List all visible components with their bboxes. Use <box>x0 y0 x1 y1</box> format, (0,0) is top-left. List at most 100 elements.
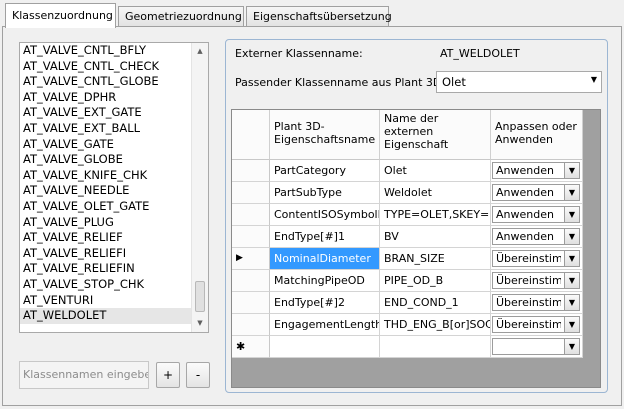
matching-class-select[interactable]: Olet ▼ <box>436 71 602 93</box>
row-header[interactable] <box>232 160 270 182</box>
external-property-cell[interactable]: BRAN_SIZE <box>380 248 491 270</box>
chevron-down-icon[interactable]: ▼ <box>564 229 579 244</box>
class-name-input[interactable]: Klassennamen eingeben <box>19 361 149 389</box>
class-list-items: AT_VALVE_CNTL_BFLY AT_VALVE_CNTL_CHECK AT_… <box>20 43 208 324</box>
class-list-item[interactable]: AT_VALVE_CNTL_CHECK <box>20 59 208 75</box>
chevron-down-icon[interactable]: ▼ <box>564 317 579 332</box>
plant-property-cell[interactable]: PartCategory <box>270 160 380 182</box>
class-list[interactable]: AT_VALVE_CNTL_BFLY AT_VALVE_CNTL_CHECK AT_… <box>19 42 209 333</box>
row-header[interactable] <box>232 204 270 226</box>
plant-property-cell[interactable]: EndType[#]2 <box>270 292 380 314</box>
remove-class-button[interactable]: - <box>186 362 210 388</box>
external-class-value: AT_WELDOLET <box>440 47 520 60</box>
action-select[interactable]: Übereinstimmen▼ <box>492 250 580 267</box>
row-header[interactable] <box>232 270 270 292</box>
column-header-external[interactable]: Name der externen Eigenschaft <box>380 110 491 160</box>
chevron-down-icon: ▼ <box>590 75 597 84</box>
chevron-down-icon[interactable]: ▼ <box>564 295 579 310</box>
class-list-item[interactable]: AT_VALVE_RELIEFIN <box>20 261 208 277</box>
scroll-up-arrow-icon[interactable]: ▲ <box>192 43 208 60</box>
action-select[interactable]: Anwenden ▼ <box>492 206 580 223</box>
row-header[interactable] <box>232 182 270 204</box>
row-header[interactable]: ✱ <box>232 336 270 358</box>
plant-property-cell[interactable]: MatchingPipeOD <box>270 270 380 292</box>
external-property-cell[interactable]: END_COND_1 <box>380 292 491 314</box>
action-select[interactable]: Übereinstimmen▼ <box>492 316 580 333</box>
tab-strip: Klassenzuordnung Geometriezuordnung Eige… <box>2 3 622 28</box>
chevron-down-icon[interactable]: ▼ <box>564 207 579 222</box>
external-class-label: Externer Klassenname: <box>235 47 363 60</box>
scroll-down-arrow-icon[interactable]: ▼ <box>192 315 208 332</box>
tab-eigenschaftsuebersetzung[interactable]: Eigenschaftsübersetzung <box>246 6 392 27</box>
class-list-item[interactable]: AT_VALVE_RELIEF <box>20 230 208 246</box>
scroll-thumb[interactable] <box>195 281 205 312</box>
new-row-marker-icon: ✱ <box>236 340 246 353</box>
tab-klassenzuordnung[interactable]: Klassenzuordnung <box>5 3 116 28</box>
class-list-item[interactable]: AT_VALVE_EXT_GATE <box>20 105 208 121</box>
plant-property-cell[interactable]: PartSubType <box>270 182 380 204</box>
action-select-cell[interactable]: Übereinstimmen▼ <box>491 270 583 292</box>
add-class-button[interactable]: + <box>156 362 180 388</box>
external-property-cell[interactable]: Olet <box>380 160 491 182</box>
action-select-cell[interactable]: Übereinstimmen▼ <box>491 248 583 270</box>
action-select-cell[interactable]: Anwenden ▼ <box>491 226 583 248</box>
tab-geometriezuordnung[interactable]: Geometriezuordnung <box>118 6 244 27</box>
class-list-item[interactable]: AT_VALVE_PLUG <box>20 215 208 231</box>
action-select[interactable]: Anwenden ▼ <box>492 162 580 179</box>
column-header-plant[interactable]: Plant 3D-Eigenschaftsname <box>270 110 380 160</box>
action-select-cell[interactable]: Übereinstimmen▼ <box>491 314 583 336</box>
external-property-cell[interactable] <box>380 336 491 358</box>
action-select-value: Übereinstimmen <box>496 318 561 331</box>
current-row-marker-icon: ▶ <box>236 253 243 263</box>
chevron-down-icon[interactable]: ▼ <box>564 185 579 200</box>
class-list-item[interactable]: AT_VENTURI <box>20 293 208 309</box>
action-select-cell[interactable]: ▼ <box>491 336 583 358</box>
column-header-action[interactable]: Anpassen oder Anwenden <box>491 110 583 160</box>
chevron-down-icon[interactable]: ▼ <box>564 273 579 288</box>
class-list-item[interactable]: AT_VALVE_GATE <box>20 137 208 153</box>
action-select-value: Anwenden <box>496 230 554 243</box>
plant-property-cell[interactable]: EngagementLength <box>270 314 380 336</box>
action-select-value: Anwenden <box>496 186 554 199</box>
class-list-item[interactable]: AT_VALVE_NEEDLE <box>20 183 208 199</box>
plant-property-cell[interactable] <box>270 336 380 358</box>
external-property-cell[interactable]: BV <box>380 226 491 248</box>
action-select-value: Übereinstimmen <box>496 252 561 265</box>
external-property-cell[interactable]: Weldolet <box>380 182 491 204</box>
action-select[interactable]: Übereinstimmen▼ <box>492 272 580 289</box>
external-property-cell[interactable]: THD_ENG_B[or]SOC_DEP <box>380 314 491 336</box>
row-header[interactable] <box>232 292 270 314</box>
class-list-item[interactable]: AT_VALVE_STOP_CHK <box>20 277 208 293</box>
action-select-cell[interactable]: Anwenden ▼ <box>491 182 583 204</box>
action-select-cell[interactable]: Übereinstimmen▼ <box>491 292 583 314</box>
external-property-cell[interactable]: PIPE_OD_B <box>380 270 491 292</box>
action-select[interactable]: ▼ <box>492 338 580 355</box>
action-select[interactable]: Anwenden ▼ <box>492 184 580 201</box>
row-header[interactable] <box>232 226 270 248</box>
property-grid[interactable]: Plant 3D-Eigenschaftsname Name der exter… <box>231 109 601 388</box>
class-list-item[interactable]: AT_VALVE_CNTL_GLOBE <box>20 74 208 90</box>
external-property-cell[interactable]: TYPE=OLET,SKEY=NUBW <box>380 204 491 226</box>
chevron-down-icon[interactable]: ▼ <box>564 339 579 354</box>
plant-property-cell[interactable]: ContentISOSymbolDefinition <box>270 204 380 226</box>
class-list-item[interactable]: AT_VALVE_CNTL_BFLY <box>20 43 208 59</box>
action-select[interactable]: Übereinstimmen▼ <box>492 294 580 311</box>
row-header[interactable] <box>232 314 270 336</box>
class-list-item[interactable]: AT_VALVE_KNIFE_CHK <box>20 168 208 184</box>
class-list-item[interactable]: AT_VALVE_GLOBE <box>20 152 208 168</box>
class-list-item[interactable]: AT_VALVE_DPHR <box>20 90 208 106</box>
plant-property-cell[interactable]: EndType[#]1 <box>270 226 380 248</box>
class-list-item[interactable]: AT_VALVE_RELIEFI <box>20 246 208 262</box>
chevron-down-icon[interactable]: ▼ <box>564 163 579 178</box>
action-select-cell[interactable]: Anwenden ▼ <box>491 204 583 226</box>
chevron-down-icon[interactable]: ▼ <box>564 251 579 266</box>
list-scrollbar[interactable]: ▲ ▼ <box>191 43 208 332</box>
row-header[interactable]: ▶ <box>232 248 270 270</box>
class-list-item[interactable]: AT_WELDOLET <box>20 308 208 324</box>
class-list-item[interactable]: AT_VALVE_EXT_BALL <box>20 121 208 137</box>
plant-property-cell[interactable]: NominalDiameter <box>270 248 380 270</box>
action-select-cell[interactable]: Anwenden ▼ <box>491 160 583 182</box>
action-select[interactable]: Anwenden ▼ <box>492 228 580 245</box>
grid-corner-header <box>232 110 270 160</box>
class-list-item[interactable]: AT_VALVE_OLET_GATE <box>20 199 208 215</box>
